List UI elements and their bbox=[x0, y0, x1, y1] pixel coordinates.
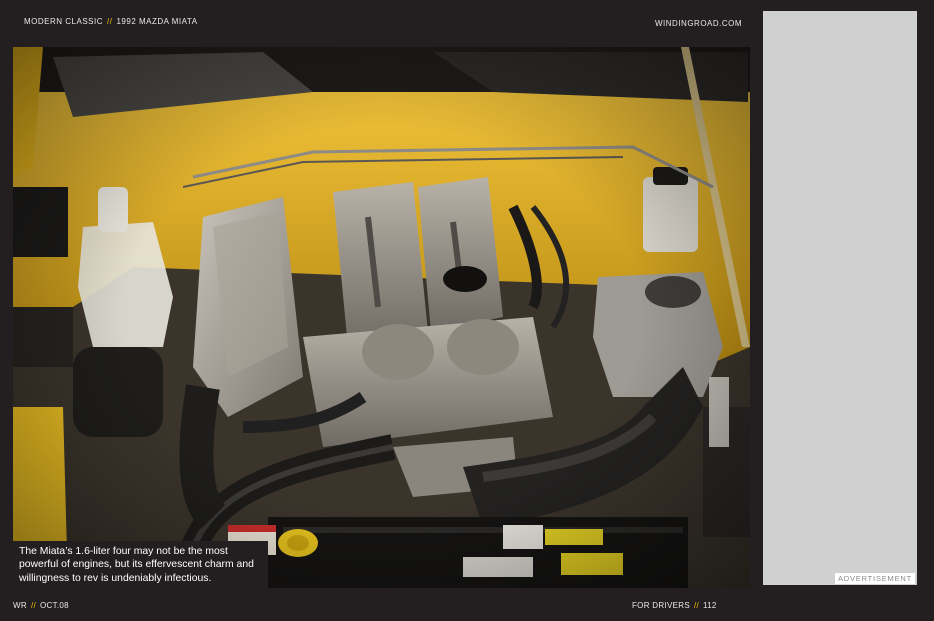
publication-name: WR bbox=[13, 601, 27, 610]
article-title: 1992 MAZDA MIATA bbox=[116, 17, 198, 26]
site-name: WINDINGROAD.COM bbox=[655, 19, 743, 28]
photo-caption-box: The Miata’s 1.6-liter four may not be th… bbox=[13, 541, 268, 588]
footer-separator: // bbox=[30, 601, 36, 610]
photo-caption: The Miata’s 1.6-liter four may not be th… bbox=[19, 546, 254, 584]
header-separator: // bbox=[107, 17, 113, 26]
advertisement-panel[interactable]: ADVERTISEMENT bbox=[763, 11, 917, 585]
footer-folio: WR//OCT.08 bbox=[13, 601, 69, 610]
footer-separator-right: // bbox=[693, 601, 700, 610]
running-header: MODERN CLASSIC//1992 MAZDA MIATA bbox=[24, 17, 198, 26]
engine-bay-photo bbox=[13, 47, 750, 588]
footer-section: FOR DRIVERS//112 bbox=[632, 601, 717, 610]
page-number: 112 bbox=[703, 601, 717, 610]
engine-bay-illustration bbox=[13, 47, 750, 588]
advertisement-label: ADVERTISEMENT bbox=[834, 573, 915, 584]
section-title: MODERN CLASSIC bbox=[24, 17, 104, 26]
footer-section-title: FOR DRIVERS bbox=[632, 601, 690, 610]
issue-date: OCT.08 bbox=[39, 601, 69, 610]
